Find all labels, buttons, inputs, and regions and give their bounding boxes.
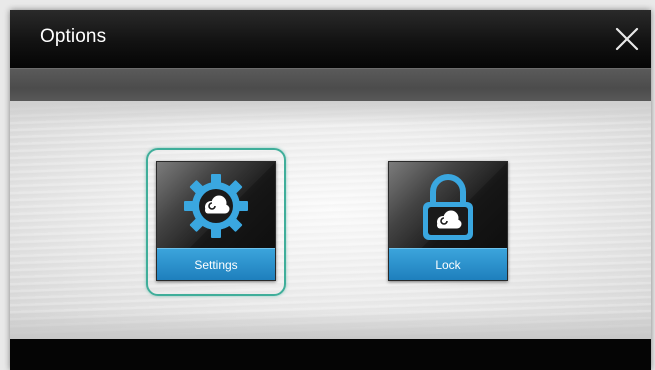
toolbar-strip (10, 69, 651, 101)
options-dialog: Options Settings Lock (10, 10, 651, 370)
dialog-title: Options (40, 26, 107, 47)
content-area (10, 101, 651, 339)
padlock-cloud-icon (423, 174, 473, 240)
footer-bar (10, 339, 651, 370)
settings-tile[interactable]: Settings (156, 161, 276, 281)
title-bar: Options (10, 10, 651, 69)
lock-tile[interactable]: Lock (388, 161, 508, 281)
lock-label: Lock (435, 258, 461, 272)
gear-cloud-icon (184, 174, 248, 238)
close-button[interactable] (614, 26, 640, 52)
close-icon (615, 27, 639, 51)
settings-label: Settings (194, 258, 238, 272)
